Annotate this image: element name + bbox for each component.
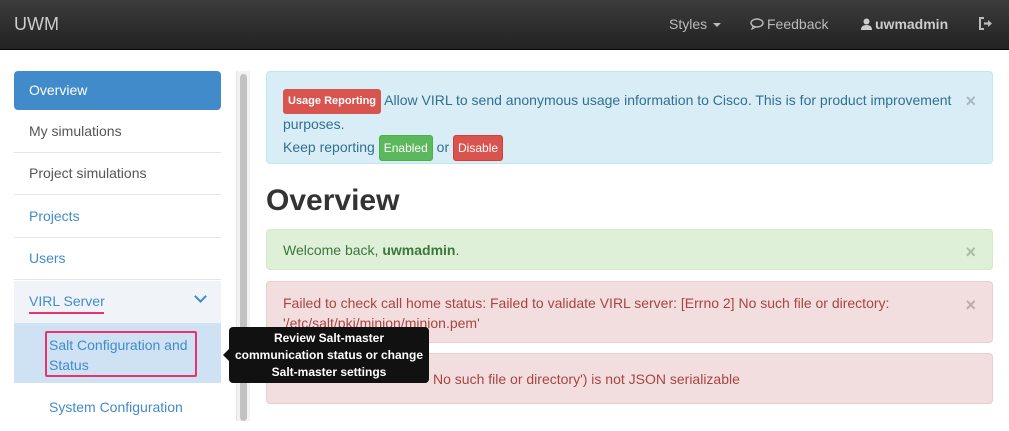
chevron-down-icon[interactable]: [194, 290, 207, 303]
error-line-1: Failed to check call home status: Failed…: [283, 295, 890, 311]
close-icon[interactable]: ×: [965, 296, 976, 314]
sidebar-item-my-simulations[interactable]: My simulations: [14, 111, 221, 153]
tooltip-line-2: communication status or change: [234, 348, 424, 362]
disable-button[interactable]: Disable: [453, 135, 504, 161]
sidebar-item-projects[interactable]: Projects: [14, 196, 221, 238]
user-menu[interactable]: uwmadmin: [861, 16, 948, 32]
sidebar-subitem-salt-configuration[interactable]: Salt Configuration and Status: [14, 323, 221, 383]
close-icon[interactable]: ×: [965, 243, 976, 261]
usage-reporting-badge: Usage Reporting: [283, 89, 382, 114]
usage-reporting-alert: Usage Reporting Allow VIRL to send anony…: [266, 71, 993, 164]
logout-icon: [979, 17, 992, 30]
usage-reporting-text: Usage Reporting Allow VIRL to send anony…: [283, 89, 963, 134]
enabled-button[interactable]: Enabled: [378, 135, 433, 161]
sidebar-item-label: VIRL Server: [29, 293, 105, 309]
sidebar-subitem-label: System Configuration: [49, 399, 183, 415]
sidebar-item-overview[interactable]: Overview: [14, 71, 221, 110]
sidebar-item-virl-server[interactable]: VIRL Server: [14, 281, 221, 323]
feedback-label: Feedback: [767, 16, 829, 32]
tooltip-line-3: Salt-master settings: [271, 365, 387, 379]
welcome-username: uwmadmin: [382, 242, 456, 258]
usage-reporting-message: Allow VIRL to send anonymous usage infor…: [283, 92, 952, 132]
tooltip-line-1: Review Salt-master: [273, 331, 385, 345]
json-error-partial-word: No: [433, 371, 451, 387]
logout-button[interactable]: [979, 17, 993, 33]
page-title: Overview: [266, 184, 400, 217]
keep-reporting-row: Keep reporting Enabled or Disable: [283, 135, 976, 161]
keep-reporting-label: Keep reporting: [283, 139, 375, 155]
sidebar-item-users[interactable]: Users: [14, 238, 221, 280]
json-error-message: such file or directory') is not JSON ser…: [454, 371, 740, 387]
caret-down-icon: [713, 23, 722, 28]
brand-logo[interactable]: UWM: [14, 14, 59, 35]
or-label: or: [436, 139, 450, 155]
welcome-alert: Welcome back, uwmadmin. ×: [266, 229, 993, 270]
tooltip: Review Salt-master communication status …: [229, 327, 429, 383]
top-navbar: UWM Styles Feedback uwmadmin: [0, 0, 1009, 50]
user-icon: [861, 18, 872, 30]
sidebar-subitem-system-configuration[interactable]: System Configuration: [14, 383, 221, 421]
welcome-prefix: Welcome back,: [283, 242, 379, 258]
sidebar-item-project-simulations[interactable]: Project simulations: [14, 153, 221, 195]
feedback-link[interactable]: Feedback: [750, 16, 828, 32]
close-icon[interactable]: ×: [965, 92, 976, 110]
welcome-suffix: .: [455, 242, 460, 258]
comment-icon: [750, 18, 764, 31]
styles-dropdown[interactable]: Styles: [669, 16, 722, 32]
annotation-underline: [29, 312, 104, 314]
user-label: uwmadmin: [875, 16, 949, 32]
styles-label: Styles: [669, 16, 708, 32]
annotation-highlight-box: [45, 331, 197, 377]
